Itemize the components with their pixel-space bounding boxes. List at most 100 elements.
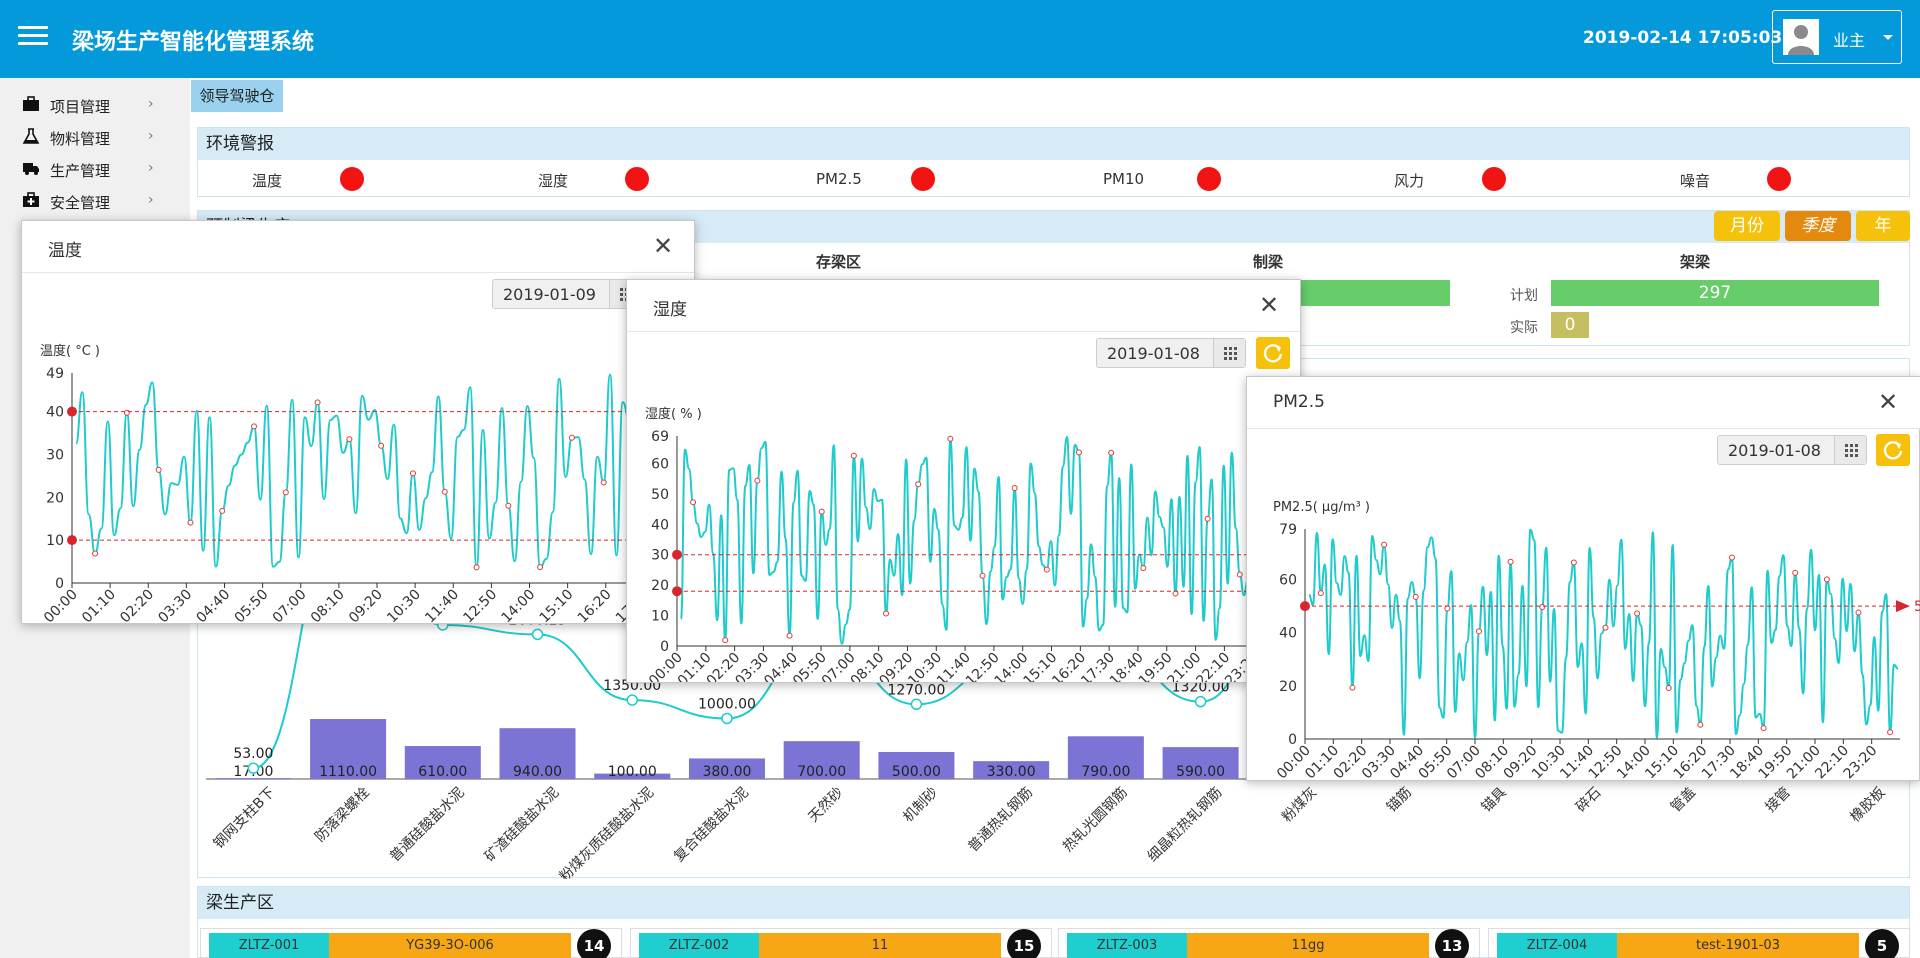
chevron-right-icon: › <box>148 128 154 144</box>
data-point <box>282 489 289 496</box>
x-tick-label: 01:10 <box>79 587 119 623</box>
threshold-arrow <box>1896 600 1910 613</box>
close-icon[interactable]: ✕ <box>1875 389 1901 415</box>
sidebar-item-safety[interactable]: 安全管理 › <box>0 185 180 215</box>
x-tick-label: 04:40 <box>193 587 233 623</box>
data-point <box>1444 605 1451 612</box>
bar-label: 1110.00 <box>319 764 377 780</box>
data-point <box>314 399 321 406</box>
y-tick-label: 20 <box>1279 679 1297 695</box>
sidebar-item-production[interactable]: 生产管理 › <box>0 153 180 183</box>
data-point <box>155 466 162 473</box>
date-picker[interactable]: 2019-01-08 <box>1717 435 1867 465</box>
data-point <box>1140 565 1147 572</box>
humidity-modal: 湿度 ✕ 2019-01-08 湿度( % ) 0 10 20 30 40 50 60 69 00… <box>626 279 1301 683</box>
data-point <box>600 479 607 486</box>
data-point <box>1539 604 1546 611</box>
x-tick-label: 08:10 <box>308 587 348 623</box>
refresh-icon <box>1883 441 1903 460</box>
x-tick-label: 10:30 <box>384 587 424 623</box>
actual-value-bar: 0 <box>1551 312 1589 338</box>
briefcase-icon <box>23 96 39 111</box>
beam-card-count: 13 <box>1435 929 1469 958</box>
refresh-button[interactable] <box>1876 434 1910 466</box>
close-icon[interactable]: ✕ <box>1256 292 1282 318</box>
sidebar-item-label: 项目管理 <box>50 98 111 116</box>
beam-card[interactable]: ZLTZ-002 11 15 <box>630 928 1052 958</box>
x-tick-label: 23:20 <box>1841 743 1881 780</box>
data-point <box>1507 558 1514 565</box>
bar-label: 700.00 <box>797 764 846 780</box>
bar-label: 790.00 <box>1081 764 1130 780</box>
beam-making-header: 制梁 <box>1253 253 1284 271</box>
close-icon[interactable]: ✕ <box>650 233 676 259</box>
quarter-button[interactable]: 季度 <box>1785 211 1851 241</box>
data-point <box>92 550 99 557</box>
chevron-right-icon: › <box>148 160 154 176</box>
modal-header: 湿度 ✕ <box>627 280 1300 332</box>
date-picker[interactable]: 2019-01-08 <box>1096 338 1246 368</box>
data-point <box>690 499 697 506</box>
refresh-icon <box>1263 344 1283 363</box>
user-menu-button[interactable]: 业主 <box>1772 10 1902 64</box>
grid-icon[interactable] <box>1213 339 1245 367</box>
x-tick-label: 09:20 <box>346 587 386 623</box>
x-tick-label: 复合硅酸盐水泥 <box>670 784 751 865</box>
beam-card-id: ZLTZ-004 <box>1497 933 1617 958</box>
datetime-display: 2019-02-14 17:05:03 <box>1583 28 1783 48</box>
data-point <box>1349 684 1356 691</box>
temperature-modal: 温度 ✕ 2019-01-09 温度( °C ) 0 10 20 30 40 49 00:00… <box>21 220 695 624</box>
beam-card[interactable]: ZLTZ-001 YG39-3O-006 14 <box>200 928 622 958</box>
x-tick-label: 12:50 <box>460 587 500 623</box>
grid-icon[interactable] <box>1834 436 1866 464</box>
line-point <box>910 698 923 711</box>
series-line <box>1308 528 1899 739</box>
beam-card[interactable]: ZLTZ-004 test-1901-03 5 <box>1488 928 1910 958</box>
env-alert-panel: 环境警报 <box>197 127 1910 197</box>
temperature-chart: 温度( °C )0102030404900:0001:1002:2003:300… <box>40 343 692 623</box>
y-tick-label: 49 <box>46 366 64 382</box>
year-button[interactable]: 年 <box>1856 211 1910 241</box>
user-name: 业主 <box>1833 31 1866 50</box>
data-point <box>1728 554 1735 561</box>
series-line <box>680 435 1281 645</box>
sidebar-item-project[interactable]: 项目管理 › <box>0 89 180 119</box>
line-point <box>247 762 260 774</box>
line-label: 1270.00 <box>887 682 945 698</box>
humidity-chart: 湿度( % )01020304050606900:0001:1002:2003:… <box>645 406 1292 682</box>
data-point <box>1602 624 1609 631</box>
x-tick-label: 机制砂 <box>900 785 941 826</box>
alert-dot-pm10 <box>1197 167 1221 191</box>
bar-label: 940.00 <box>513 764 562 780</box>
data-point <box>1172 590 1179 597</box>
bar-label: 500.00 <box>892 764 941 780</box>
x-tick-label: 14:00 <box>498 587 538 623</box>
tab-dashboard[interactable]: 领导驾驶仓 <box>191 80 283 112</box>
modal-header: PM2.5 ✕ <box>1247 377 1920 429</box>
x-tick-label: 防落梁螺栓 <box>312 785 373 846</box>
sidebar-item-label: 物料管理 <box>50 130 111 148</box>
refresh-button[interactable] <box>1256 337 1290 369</box>
data-point <box>722 637 729 644</box>
data-point <box>1665 685 1672 692</box>
data-point <box>1011 484 1018 491</box>
hamburger-menu-icon[interactable] <box>18 26 48 50</box>
y-tick-label: 69 <box>651 429 669 445</box>
data-point <box>1108 449 1115 456</box>
data-point <box>947 435 954 442</box>
data-point <box>123 409 130 416</box>
pm25-chart: PM2.5( μg/m³ )02040607900:0001:1002:2003… <box>1273 500 1920 780</box>
month-button[interactable]: 月份 <box>1714 211 1780 241</box>
x-tick-label: 钢网支柱B下 <box>211 785 279 853</box>
sidebar-item-material[interactable]: 物料管理 › <box>0 121 180 151</box>
data-point <box>850 452 857 459</box>
beam-card[interactable]: ZLTZ-003 11gg 13 <box>1058 928 1480 958</box>
env-label-humidity: 湿度 <box>538 172 569 190</box>
data-point <box>1570 559 1577 566</box>
bar-label: 610.00 <box>418 764 467 780</box>
data-point <box>1823 576 1830 583</box>
data-point <box>1634 610 1641 617</box>
data-point <box>1204 515 1211 522</box>
y-tick-label: 60 <box>1279 573 1297 589</box>
threshold-marker <box>1300 601 1310 612</box>
